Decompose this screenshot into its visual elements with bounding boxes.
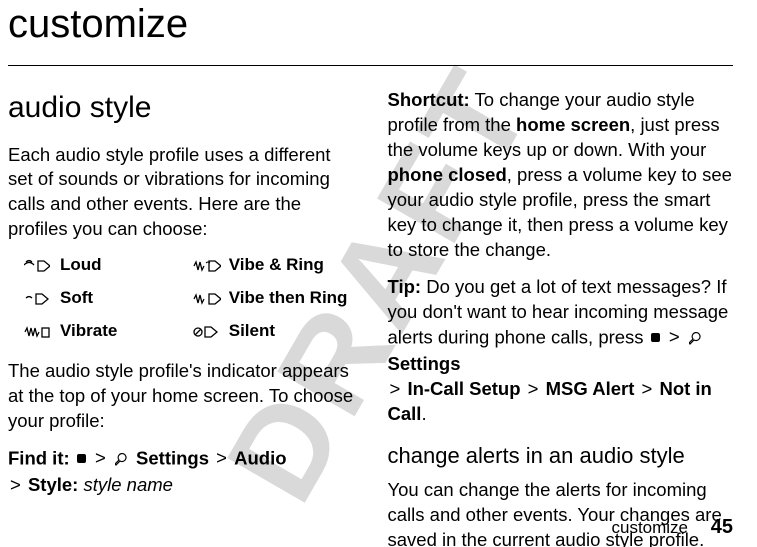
right-column: Shortcut: To change your audio style pro… xyxy=(388,88,734,547)
tip-label: Tip: xyxy=(388,276,422,297)
after-profiles-text: The audio style profile's indicator appe… xyxy=(8,359,354,434)
tip-paragraph: Tip: Do you get a lot of text messages? … xyxy=(388,275,734,427)
divider xyxy=(8,65,733,66)
profile-label: Vibe then Ring xyxy=(229,287,348,310)
nav-sep: > xyxy=(642,378,653,399)
vibe-then-ring-icon xyxy=(193,292,221,306)
shortcut-paragraph: Shortcut: To change your audio style pro… xyxy=(388,88,734,263)
vibe-ring-icon xyxy=(193,259,221,273)
soft-icon xyxy=(24,292,52,306)
nav-style: Style: xyxy=(28,474,78,495)
nav-incall: In-Call Setup xyxy=(407,378,520,399)
nav-audio: Audio xyxy=(234,447,286,468)
nav-sep: > xyxy=(95,447,106,468)
center-key-icon xyxy=(77,454,86,463)
profile-label: Soft xyxy=(60,287,93,310)
profile-soft: Soft xyxy=(24,287,185,310)
settings-icon xyxy=(689,325,703,350)
phone-closed: phone closed xyxy=(388,164,507,185)
find-it-label: Find it: xyxy=(8,447,70,468)
loud-icon xyxy=(24,259,52,273)
section-audio-style: audio style xyxy=(8,88,354,129)
settings-icon xyxy=(115,446,129,471)
silent-icon xyxy=(193,325,221,339)
profile-label: Loud xyxy=(60,254,102,277)
page-title: customize xyxy=(8,0,733,47)
profile-vibe-then-ring: Vibe then Ring xyxy=(193,287,354,310)
nav-settings: Settings xyxy=(136,447,209,468)
find-it-left: Find it: > Settings > Audio > Style: sty… xyxy=(8,446,354,498)
profile-label: Silent xyxy=(229,320,275,343)
nav-sep: > xyxy=(10,474,21,495)
profiles-grid: Loud Vibe & Ring Soft xyxy=(24,254,354,343)
profile-loud: Loud xyxy=(24,254,185,277)
nav-settings: Settings xyxy=(388,353,461,374)
center-key-icon xyxy=(651,333,660,342)
profile-silent: Silent xyxy=(193,320,354,343)
intro-text: Each audio style profile uses a differen… xyxy=(8,143,354,243)
profile-label: Vibe & Ring xyxy=(229,254,324,277)
left-column: audio style Each audio style profile use… xyxy=(8,88,354,547)
nav-sep: > xyxy=(669,326,680,347)
profile-label: Vibrate xyxy=(60,320,117,343)
nav-sep: > xyxy=(528,378,539,399)
subsection-change-alerts: change alerts in an audio style xyxy=(388,441,734,471)
home-screen: home screen xyxy=(516,114,630,135)
period: . xyxy=(421,403,426,424)
vibrate-icon xyxy=(24,325,52,339)
change-alerts-text: You can change the alerts for incoming c… xyxy=(388,478,734,547)
profile-vibe-ring: Vibe & Ring xyxy=(193,254,354,277)
nav-msgalert: MSG Alert xyxy=(546,378,635,399)
nav-stylename: style name xyxy=(83,474,172,495)
shortcut-label: Shortcut: xyxy=(388,89,470,110)
profile-vibrate: Vibrate xyxy=(24,320,185,343)
nav-sep: > xyxy=(216,447,227,468)
nav-sep: > xyxy=(390,378,401,399)
